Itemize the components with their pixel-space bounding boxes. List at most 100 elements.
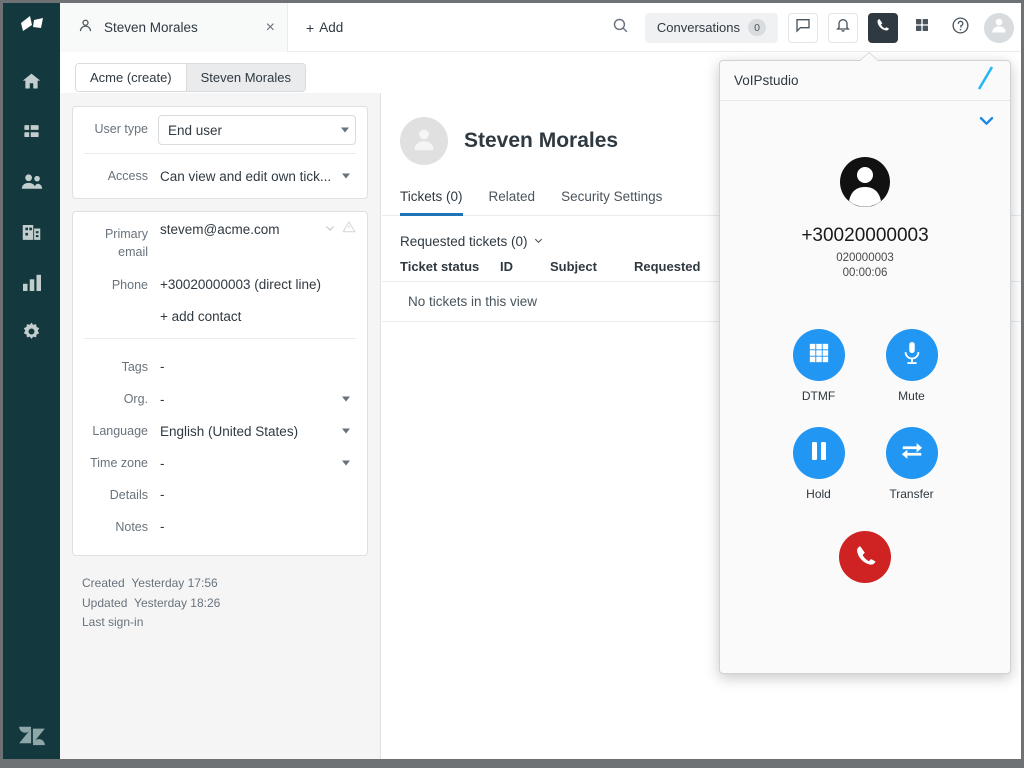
call-duration: 00:00:06 [842, 267, 888, 279]
caller-number: +30020000003 [801, 225, 929, 246]
spacer-label [84, 307, 158, 312]
organizations-building-icon [21, 222, 42, 247]
chat-icon [795, 17, 811, 38]
sidebar-item-views[interactable] [10, 109, 54, 159]
add-tab-button[interactable]: + Add [288, 3, 361, 52]
time-zone-select[interactable]: - [158, 449, 356, 477]
sidebar-item-organizations[interactable] [10, 209, 54, 259]
dtmf-button[interactable]: DTMF [772, 329, 865, 403]
record-meta: Created Yesterday 17:56 Updated Yesterda… [72, 568, 368, 633]
tab-security-settings[interactable]: Security Settings [561, 189, 662, 216]
tab-related[interactable]: Related [489, 189, 536, 216]
transfer-circle [885, 427, 938, 479]
chevron-down-icon [977, 116, 996, 134]
profile-avatar-icon [989, 15, 1009, 40]
language-select[interactable]: English (United States) [158, 417, 356, 445]
apps-grid-button[interactable] [908, 14, 936, 42]
open-tab-user[interactable]: Steven Morales × [60, 3, 288, 52]
phone-value[interactable]: +30020000003 (direct line) [158, 271, 356, 299]
mute-button[interactable]: Mute [865, 329, 958, 403]
voip-brand-label: VoIPstudio [734, 73, 799, 88]
field-details: Details - [73, 479, 367, 511]
zendesk-logo-icon [18, 724, 46, 751]
collapse-button[interactable] [977, 111, 996, 135]
notifications-button[interactable] [828, 12, 858, 43]
zendesk-products-logo-icon[interactable] [19, 14, 45, 43]
mute-label: Mute [898, 389, 925, 403]
caller-extension: 020000003 [836, 252, 894, 264]
contact-card: Primary email stevem@acme.com Phone +300… [72, 211, 368, 556]
column-requested: Requested [634, 259, 701, 274]
phone-talk-button[interactable] [868, 12, 898, 43]
dtmf-circle [792, 329, 845, 381]
mute-circle [885, 329, 938, 381]
time-zone-value: - [160, 455, 165, 471]
notes-value[interactable]: - [158, 513, 356, 541]
apps-grid-icon [914, 17, 930, 38]
primary-email-row[interactable]: stevem@acme.com [158, 220, 356, 239]
chevron-down-icon [342, 396, 350, 402]
subtab-steven-morales[interactable]: Steven Morales [186, 64, 305, 91]
tab-tickets[interactable]: Tickets (0) [400, 189, 463, 216]
search-button[interactable] [607, 14, 635, 42]
close-icon[interactable]: × [266, 19, 275, 36]
field-language: Language English (United States) [73, 415, 367, 447]
sidebar-item-home[interactable] [10, 59, 54, 109]
org-value: - [160, 391, 165, 407]
voip-body: +30020000003 020000003 00:00:06 DTMF Mut… [720, 101, 1010, 674]
add-contact-link[interactable]: + add contact [158, 307, 356, 328]
field-access: Access Can view and edit own tick... [73, 154, 367, 198]
help-button[interactable] [946, 14, 974, 42]
user-avatar-icon [409, 124, 439, 159]
views-list-icon [22, 122, 41, 146]
column-ticket-status: Ticket status [400, 259, 480, 274]
org-select[interactable]: - [158, 385, 356, 413]
sidebar-item-customers[interactable] [10, 159, 54, 209]
chevron-down-icon[interactable] [324, 221, 336, 239]
app-window: Steven Morales × + Add Conversations 0 A… [0, 0, 1024, 768]
caller-avatar-icon [838, 155, 892, 214]
plus-icon: + [306, 19, 315, 36]
field-user-type: User type End user [73, 107, 367, 153]
access-value: Can view and edit own tick... [160, 168, 332, 184]
tags-value[interactable]: - [158, 353, 356, 381]
field-notes: Notes - [73, 511, 367, 555]
phone-icon [875, 17, 891, 38]
conversations-button[interactable]: Conversations 0 [644, 12, 778, 43]
context-subtabs: Acme (create) Steven Morales [75, 63, 306, 92]
primary-nav-rail [3, 3, 60, 765]
conversations-count-badge: 0 [748, 19, 766, 36]
hangup-button[interactable] [839, 531, 891, 583]
window-bottom-chrome [3, 759, 1021, 765]
org-label: Org. [123, 392, 148, 406]
top-bar: Steven Morales × + Add Conversations 0 [60, 3, 1021, 52]
chat-button[interactable] [788, 12, 818, 43]
caller-info: +30020000003 020000003 00:00:06 [720, 101, 1010, 279]
help-icon [951, 16, 970, 40]
field-phone: Phone +30020000003 (direct line) [73, 269, 367, 307]
access-select[interactable]: Can view and edit own tick... [158, 162, 356, 190]
user-details-panel: User type End user Access Can view and e… [60, 93, 381, 765]
sidebar-item-admin[interactable] [10, 309, 54, 359]
time-zone-label: Time zone [90, 456, 148, 470]
chevron-down-icon [342, 173, 350, 179]
details-value[interactable]: - [158, 481, 356, 509]
hold-button[interactable]: Hold [772, 427, 865, 501]
field-time-zone: Time zone - [73, 447, 367, 479]
sidebar-item-reporting[interactable] [10, 259, 54, 309]
profile-avatar[interactable] [984, 12, 1014, 43]
user-type-select[interactable]: End user [158, 115, 356, 145]
access-label: Access [107, 169, 148, 183]
primary-email-label: Primary email [104, 227, 148, 259]
microphone-icon [901, 341, 923, 370]
search-icon [612, 17, 629, 39]
top-bar-actions: Conversations 0 [607, 3, 1014, 52]
warning-triangle-icon[interactable] [342, 220, 356, 239]
subtab-acme-create[interactable]: Acme (create) [76, 64, 187, 91]
created-value: Yesterday 17:56 [131, 576, 218, 590]
phone-hangup-icon [853, 543, 877, 572]
caller-avatar [720, 155, 1010, 214]
transfer-arrows-icon [900, 440, 924, 467]
transfer-button[interactable]: Transfer [865, 427, 958, 501]
conversations-label: Conversations [656, 20, 740, 35]
